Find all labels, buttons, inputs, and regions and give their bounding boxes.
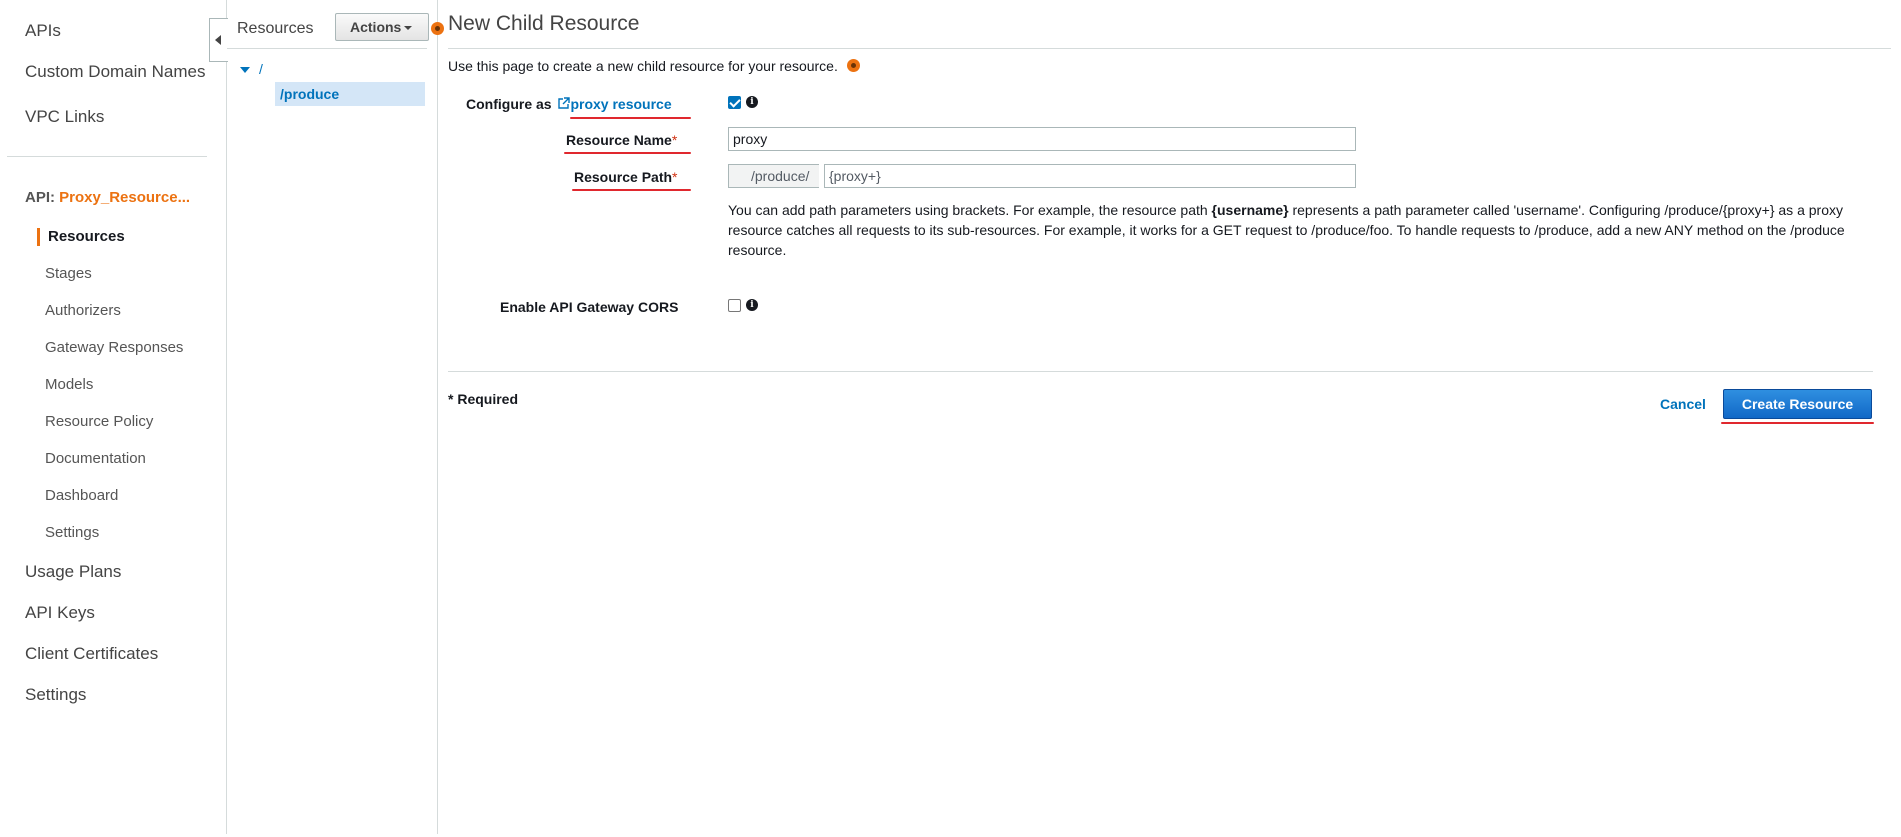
intro-text: Use this page to create a new child reso… [448,58,838,74]
info-icon[interactable]: i [746,96,758,108]
annotation-underline [570,117,691,119]
nav-item-apis[interactable]: APIs [25,21,61,41]
nav-subitem-stages[interactable]: Stages [45,265,92,282]
tree-root-item[interactable]: / [259,61,263,77]
create-resource-button[interactable]: Create Resource [1723,389,1872,419]
annotation-underline [564,152,691,154]
proxy-resource-link[interactable]: proxy resource [570,96,671,112]
external-link-icon [558,97,571,109]
left-nav: APIs Custom Domain Names VPC Links API: … [0,0,227,834]
tree-expand-icon[interactable] [240,67,250,73]
api-selector[interactable]: API: Proxy_Resource... [25,189,190,206]
nav-subitem-authorizers[interactable]: Authorizers [45,302,121,319]
resource-name-input[interactable]: proxy [728,127,1356,151]
nav-subitem-settings[interactable]: Settings [45,524,99,541]
resources-divider [227,48,427,49]
nav-subitem-gateway-responses[interactable]: Gateway Responses [45,339,183,356]
actions-label: Actions [350,19,402,35]
resource-path-help: You can add path parameters using bracke… [728,202,1845,258]
resource-name-label: Resource Name* [566,132,678,148]
tree-item-produce[interactable]: /produce [275,82,425,106]
resource-path-input[interactable]: {proxy+} [824,164,1356,188]
nav-subitem-resources[interactable]: Resources [48,228,125,245]
nav-item-vpc-links[interactable]: VPC Links [25,107,104,127]
nav-item-client-certificates[interactable]: Client Certificates [25,644,158,664]
cors-label: Enable API Gateway CORS [500,299,679,315]
nav-subitem-dashboard[interactable]: Dashboard [45,487,118,504]
page-title: New Child Resource [448,12,640,35]
actions-dropdown-button[interactable]: Actions [335,13,429,41]
resources-panel: Resources Actions / /produce [227,0,438,834]
collapse-nav-button[interactable] [209,18,228,62]
cors-checkbox[interactable] [728,299,741,312]
caret-down-icon [404,26,413,31]
title-divider [448,48,1891,49]
active-indicator [37,228,40,246]
caret-left-icon [215,35,221,45]
api-name: Proxy_Resource... [59,189,191,206]
info-icon[interactable]: i [746,299,758,311]
nav-item-api-keys[interactable]: API Keys [25,603,95,623]
resource-path-label: Resource Path* [574,169,678,185]
resource-path-prefix: /produce/ [728,164,820,188]
nav-subitem-models[interactable]: Models [45,376,93,393]
nav-item-custom-domain-names[interactable]: Custom Domain Names [25,62,205,82]
nav-divider [7,156,207,157]
footer-divider [448,371,1873,372]
nav-subitem-resource-policy[interactable]: Resource Policy [45,413,153,430]
nav-subitem-documentation[interactable]: Documentation [45,450,146,467]
annotation-underline [1721,422,1874,424]
main-content: New Child Resource Use this page to crea… [438,0,1901,834]
help-indicator-icon[interactable] [847,59,860,72]
nav-item-usage-plans[interactable]: Usage Plans [25,562,121,582]
annotation-underline [572,189,691,191]
proxy-resource-checkbox[interactable] [728,96,741,109]
nav-item-settings[interactable]: Settings [25,685,86,705]
resources-panel-title: Resources [237,20,314,37]
configure-as-label: Configure as proxy resource [466,96,672,112]
tree-item-label: /produce [280,86,340,102]
required-note: * Required [448,391,519,407]
api-prefix: API: [25,189,55,206]
cancel-button[interactable]: Cancel [1660,396,1706,412]
